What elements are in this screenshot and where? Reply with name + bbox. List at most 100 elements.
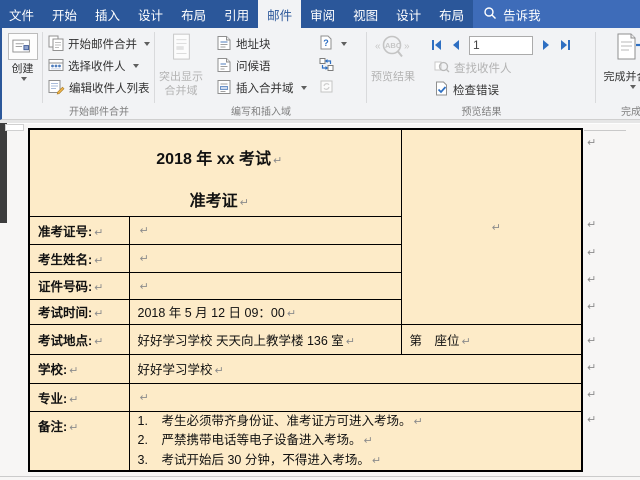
tab-home[interactable]: 开始 [43,0,86,28]
preview-results-icon: « ABC» [375,33,411,68]
tab-insert[interactable]: 插入 [86,0,129,28]
tab-design[interactable]: 设计 [129,0,172,28]
group-finish: 完成并合并 完成 [596,28,640,119]
paragraph-mark-icon: ↵ [587,300,597,313]
paragraph-mark-icon: ↵ [94,253,104,267]
value-cell-id-number[interactable]: ↵ [128,271,402,300]
rules-button[interactable]: ? [316,33,350,55]
paragraph-mark-icon: ↵ [363,434,373,447]
value-cell-major[interactable]: ↵ [128,382,583,412]
tell-me-box[interactable]: 告诉我 [473,0,640,28]
label-cell-id-number[interactable]: 证件号码: ↵ [28,271,130,300]
select-recipients-icon [48,57,64,76]
chevron-down-icon [340,42,347,46]
finish-merge-button[interactable]: 完成并合并 [598,28,640,89]
first-record-icon[interactable] [431,39,443,51]
envelope-icon [7,33,38,60]
paragraph-mark-icon: ↵ [286,307,297,320]
tab-review[interactable]: 审阅 [301,0,344,28]
group-label-preview-results: 预览结果 [461,107,502,118]
remarks-cell[interactable]: 1. 考生必须带齐身份证、准考证方可进入考场。 ↵ 2. 严禁携带电话等电子设备进入考… [128,410,583,472]
exam-ticket-table: 2018 年 xx 考试 ↵ 准考证 ↵ ↵ 准考证号: ↵ ↵ 考生姓名: ↵ ↵ 证… [28,128,583,472]
address-block-button[interactable]: 地址块 [213,33,310,55]
insert-merge-field-button[interactable]: 插入合并域 [213,77,310,99]
svg-text:?: ? [323,38,329,48]
paragraph-mark-icon: ↵ [214,364,224,377]
tab-mailings[interactable]: 邮件 [258,0,302,28]
paragraph-mark-icon: ↵ [69,364,79,377]
last-record-icon[interactable] [559,39,571,51]
tab-references[interactable]: 引用 [215,0,258,28]
paragraph-mark-icon: ↵ [587,273,597,286]
page-left-margin-shadow [0,123,7,223]
paragraph-mark-icon: ↵ [139,252,149,265]
select-recipients-button[interactable]: 选择收件人 [45,55,153,77]
record-number-input[interactable] [469,35,533,55]
svg-text:ABC: ABC [385,41,402,50]
value-cell-candidate-name[interactable]: ↵ [128,243,402,273]
value-cell-exam-location[interactable]: 好好学习学校 天天向上教学楼 136 室 ↵ [128,323,402,355]
group-label-start-mail-merge: 开始邮件合并 [69,107,129,118]
value-cell-school[interactable]: 好好学习学校 ↵ [128,353,583,384]
next-record-icon[interactable] [540,39,552,51]
doc-title-line1: 2018 年 xx 考试 ↵ [156,151,283,169]
highlight-merge-fields-icon [169,33,193,68]
tab-view[interactable]: 视图 [344,0,387,28]
svg-text:»: » [404,41,410,52]
paragraph-mark-icon: ↵ [461,334,471,348]
paragraph-mark-icon: ↵ [587,361,597,374]
label-cell-remarks[interactable]: 备注: ↵ [28,410,130,472]
label-cell-major[interactable]: 专业: ↵ [28,382,130,412]
edit-recipient-list-label: 编辑收件人列表 [69,83,150,95]
match-fields-icon [319,57,334,75]
tab-table-design[interactable]: 设计 [387,0,430,28]
label-cell-ticket-number[interactable]: 准考证号: ↵ [28,215,130,245]
create-button[interactable]: 创建 [4,28,41,81]
group-start-mail-merge: 开始邮件合并 选择收件人 编辑收件人列表 开始邮件合并 [43,28,155,119]
tab-layout[interactable]: 布局 [172,0,215,28]
paragraph-mark-icon: ↵ [371,453,382,467]
label-cell-school[interactable]: 学校: ↵ [28,353,130,384]
check-errors-button[interactable]: 检查错误 [431,79,571,101]
word-window: { "tab_bar": { "items": ["文件","开始","插入",… [0,0,640,480]
label-cell-candidate-name[interactable]: 考生姓名: ↵ [28,243,130,273]
tab-file[interactable]: 文件 [0,0,43,28]
previous-record-icon[interactable] [450,39,462,51]
tab-table-layout[interactable]: 布局 [430,0,473,28]
group-label-finish: 完成 [621,107,640,118]
seat-cell[interactable]: 第 座位 ↵ [400,323,583,355]
greeting-line-icon [216,57,232,76]
rules-icon: ? [319,35,334,53]
find-recipient-button[interactable]: 查找收件人 [431,57,571,79]
tell-me-label: 告诉我 [503,8,541,23]
address-block-label: 地址块 [236,39,271,51]
svg-text:«: « [375,41,381,52]
paragraph-mark-icon: ↵ [273,154,283,168]
photo-cell[interactable]: ↵ [400,128,583,325]
label-cell-exam-location[interactable]: 考试地点: ↵ [28,323,130,355]
page-top-edge [0,120,640,124]
value-cell-exam-time[interactable]: 2018 年 5 月 12 日 09：00 ↵ [128,298,402,325]
start-mail-merge-button[interactable]: 开始邮件合并 [45,33,153,55]
paragraph-mark-icon: ↵ [239,196,249,210]
label-cell-exam-time[interactable]: 考试时间: ↵ [28,298,130,325]
paragraph-mark-icon: ↵ [587,246,597,259]
document-page[interactable]: 2018 年 xx 考试 ↵ 准考证 ↵ ↵ 准考证号: ↵ ↵ 考生姓名: ↵ ↵ 证… [0,120,640,479]
update-labels-button[interactable] [316,77,350,99]
group-preview-results: « ABC» 预览结果 查找收件人 检查错误 预览结果 [367,28,596,119]
table-title-cell[interactable]: 2018 年 xx 考试 ↵ 准考证 ↵ [28,128,402,217]
highlight-merge-fields-button[interactable]: 突出显示 合并域 [157,28,205,98]
insert-merge-field-icon [216,79,232,98]
ruler-stub [5,124,24,131]
preview-results-button[interactable]: « ABC» 预览结果 [369,28,417,85]
preview-results-label: 预览结果 [371,70,415,83]
value-cell-ticket-number[interactable]: ↵ [128,215,402,245]
check-errors-label: 检查错误 [453,85,499,97]
edit-recipient-list-button[interactable]: 编辑收件人列表 [45,77,153,99]
paragraph-mark-icon: ↵ [587,334,597,347]
chevron-down-icon [144,42,150,46]
group-write-insert-fields: 突出显示 合并域 地址块 问候语 插入合并域 ? 编写和插入域 [155,28,367,119]
match-fields-button[interactable] [316,55,350,77]
remark-line: 3. 考试开始后 30 分钟，不得进入考场。 ↵ [137,452,382,467]
greeting-line-button[interactable]: 问候语 [213,55,310,77]
